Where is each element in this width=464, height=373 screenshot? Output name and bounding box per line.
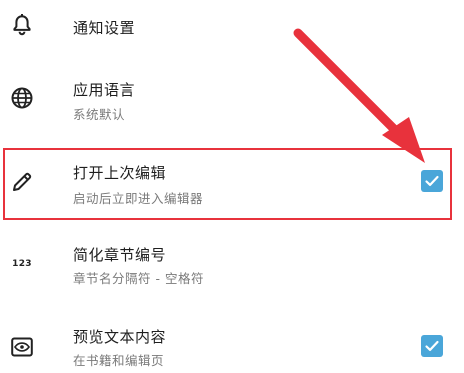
settings-screen: 通知设置 应用语言 系统默认 打开上次编辑 启动后立即进入编辑器 123 简化章…	[0, 0, 464, 373]
setting-row-preview-text[interactable]: 预览文本内容 在书籍和编辑页	[0, 316, 464, 373]
preview-text-checkbox[interactable]	[421, 335, 443, 357]
open-last-editor-checkbox[interactable]	[421, 170, 443, 192]
setting-row-notification[interactable]: 通知设置	[0, 0, 464, 56]
pencil-icon	[8, 168, 36, 196]
globe-icon	[8, 84, 36, 112]
numbers-123-icon: 123	[12, 259, 32, 269]
eye-icon	[8, 333, 36, 361]
setting-row-open-last-editor[interactable]: 打开上次编辑 启动后立即进入编辑器	[0, 150, 464, 218]
setting-title: 通知设置	[73, 19, 136, 37]
setting-subtitle: 在书籍和编辑页	[73, 353, 165, 368]
setting-subtitle: 启动后立即进入编辑器	[73, 191, 204, 206]
checkmark-icon	[425, 340, 439, 351]
setting-subtitle: 章节名分隔符 - 空格符	[73, 271, 204, 286]
bell-icon	[8, 11, 36, 39]
setting-row-language[interactable]: 应用语言 系统默认	[0, 66, 464, 132]
checkmark-icon	[425, 175, 439, 186]
setting-title: 预览文本内容	[73, 328, 167, 346]
setting-title: 打开上次编辑	[73, 164, 167, 182]
setting-title: 应用语言	[73, 81, 136, 99]
setting-subtitle: 系统默认	[73, 107, 126, 122]
setting-title: 简化章节编号	[73, 246, 167, 264]
setting-row-simplify-chapter-number[interactable]: 123 简化章节编号 章节名分隔符 - 空格符	[0, 234, 464, 300]
